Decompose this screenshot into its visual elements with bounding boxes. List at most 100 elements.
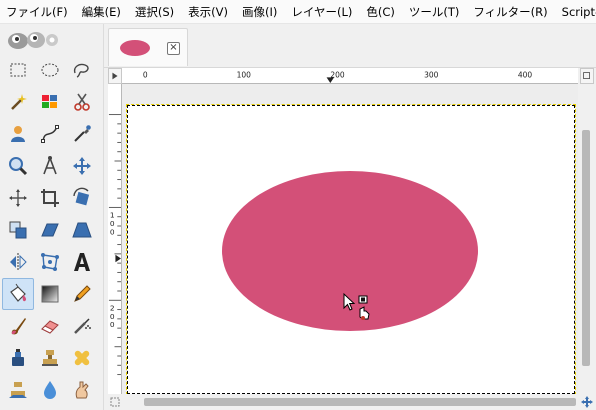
tool-button[interactable] bbox=[2, 118, 34, 150]
image-thumbnail-icon bbox=[120, 40, 150, 56]
navigate-button[interactable] bbox=[580, 394, 594, 410]
tool-button[interactable] bbox=[34, 86, 66, 118]
tool-button[interactable] bbox=[34, 54, 66, 86]
menu-item[interactable]: 選択(S) bbox=[128, 0, 181, 23]
tool-button[interactable] bbox=[2, 310, 34, 342]
quick-mask-toggle[interactable] bbox=[108, 394, 122, 410]
image-canvas[interactable] bbox=[126, 104, 576, 394]
bucket-fill-cursor-icon bbox=[343, 292, 370, 320]
pencil-icon bbox=[74, 285, 91, 302]
zoom-follow-button[interactable] bbox=[580, 68, 594, 84]
menu-item[interactable]: ファイル(F) bbox=[0, 0, 75, 23]
horizontal-ruler[interactable]: 0 100 200 300 400 bbox=[122, 68, 578, 84]
image-tab[interactable]: × bbox=[108, 28, 188, 66]
bucket-fill-icon bbox=[10, 283, 27, 302]
tool-button[interactable] bbox=[66, 342, 98, 374]
clone-icon bbox=[42, 350, 58, 366]
move-icon bbox=[73, 157, 91, 175]
ruler-label: 100 bbox=[110, 211, 115, 237]
menu-item[interactable]: Script-Fu bbox=[555, 0, 596, 23]
tool-button[interactable] bbox=[34, 246, 66, 278]
cage-icon bbox=[41, 253, 59, 271]
tool-button[interactable] bbox=[34, 150, 66, 182]
crop-icon bbox=[41, 189, 59, 207]
foreground-select-icon bbox=[11, 126, 25, 142]
tool-button[interactable] bbox=[66, 54, 98, 86]
canvas-area[interactable] bbox=[122, 84, 578, 394]
fuzzy-select-icon bbox=[11, 94, 27, 110]
tool-button[interactable] bbox=[66, 118, 98, 150]
vertical-scroll-thumb[interactable] bbox=[582, 130, 590, 366]
tool-button[interactable] bbox=[34, 278, 66, 310]
vertical-scrollbar[interactable] bbox=[578, 84, 594, 394]
quick-mask-icon bbox=[110, 397, 120, 407]
tool-button[interactable] bbox=[34, 374, 66, 406]
ruler-label: 400 bbox=[518, 70, 533, 79]
tool-button[interactable] bbox=[34, 118, 66, 150]
tool-button[interactable] bbox=[34, 342, 66, 374]
text-icon bbox=[74, 253, 90, 271]
ruler-pointer-marker bbox=[326, 77, 335, 83]
menu-item[interactable]: 画像(I) bbox=[235, 0, 284, 23]
measure-icon bbox=[43, 156, 57, 175]
vertical-ruler[interactable]: 1 0 0 2 0 0 bbox=[108, 84, 122, 394]
menu-item[interactable]: ツール(T) bbox=[402, 0, 467, 23]
rect-select-icon bbox=[10, 63, 26, 77]
tool-button[interactable] bbox=[34, 310, 66, 342]
scale-icon bbox=[9, 221, 27, 239]
tool-button[interactable] bbox=[66, 278, 98, 310]
zoom-icon bbox=[583, 72, 590, 79]
ruler-corner-button[interactable] bbox=[108, 68, 122, 84]
color-picker-icon bbox=[74, 125, 91, 142]
scissors-select-icon bbox=[74, 93, 90, 111]
tool-button[interactable] bbox=[66, 86, 98, 118]
ruler-label: 0 bbox=[143, 70, 148, 79]
menu-arrow-icon bbox=[112, 72, 118, 80]
menu-item[interactable]: フィルター(R) bbox=[466, 0, 554, 23]
ellipse-select-icon bbox=[41, 63, 59, 77]
color-select-icon bbox=[42, 95, 57, 108]
horizontal-scroll-thumb[interactable] bbox=[144, 398, 576, 406]
tool-button[interactable] bbox=[34, 182, 66, 214]
align-icon bbox=[9, 189, 27, 207]
ruler-label: 100 bbox=[237, 70, 252, 79]
toolbox bbox=[0, 24, 104, 410]
tool-button[interactable] bbox=[2, 86, 34, 118]
tool-grid bbox=[2, 54, 98, 406]
menu-item[interactable]: レイヤー(L) bbox=[284, 0, 359, 23]
rotate-icon bbox=[73, 187, 90, 206]
tool-button[interactable] bbox=[2, 246, 34, 278]
tool-button[interactable] bbox=[2, 150, 34, 182]
tool-button[interactable] bbox=[2, 342, 34, 374]
paintbrush-icon bbox=[11, 318, 26, 335]
perspective-clone-icon bbox=[9, 382, 27, 398]
flip-icon bbox=[10, 253, 27, 271]
navigate-icon bbox=[581, 396, 593, 408]
tab-close-button[interactable]: × bbox=[167, 42, 180, 55]
blend-icon bbox=[41, 285, 59, 303]
tool-button[interactable] bbox=[2, 54, 34, 86]
menu-item[interactable]: 色(C) bbox=[359, 0, 402, 23]
tool-button[interactable] bbox=[66, 246, 98, 278]
blur-icon bbox=[44, 381, 56, 399]
ruler-label: 200 bbox=[110, 304, 115, 330]
tool-button[interactable] bbox=[66, 310, 98, 342]
menu-item[interactable]: 編集(E) bbox=[75, 0, 128, 23]
tool-button[interactable] bbox=[2, 182, 34, 214]
tool-button[interactable] bbox=[66, 214, 98, 246]
tool-button[interactable] bbox=[66, 374, 98, 406]
tool-button[interactable] bbox=[2, 278, 34, 310]
horizontal-scrollbar[interactable] bbox=[122, 394, 578, 410]
tool-button[interactable] bbox=[66, 150, 98, 182]
paths-icon bbox=[41, 125, 59, 143]
tool-button[interactable] bbox=[2, 374, 34, 406]
heal-icon bbox=[74, 350, 90, 366]
tool-button[interactable] bbox=[2, 214, 34, 246]
ruler-label: 300 bbox=[424, 70, 439, 79]
tool-button[interactable] bbox=[34, 214, 66, 246]
eraser-icon bbox=[41, 320, 59, 334]
wilber-logo-icon[interactable] bbox=[4, 28, 64, 50]
menu-item[interactable]: 表示(V) bbox=[181, 0, 235, 23]
zoom-icon bbox=[9, 157, 28, 176]
tool-button[interactable] bbox=[66, 182, 98, 214]
